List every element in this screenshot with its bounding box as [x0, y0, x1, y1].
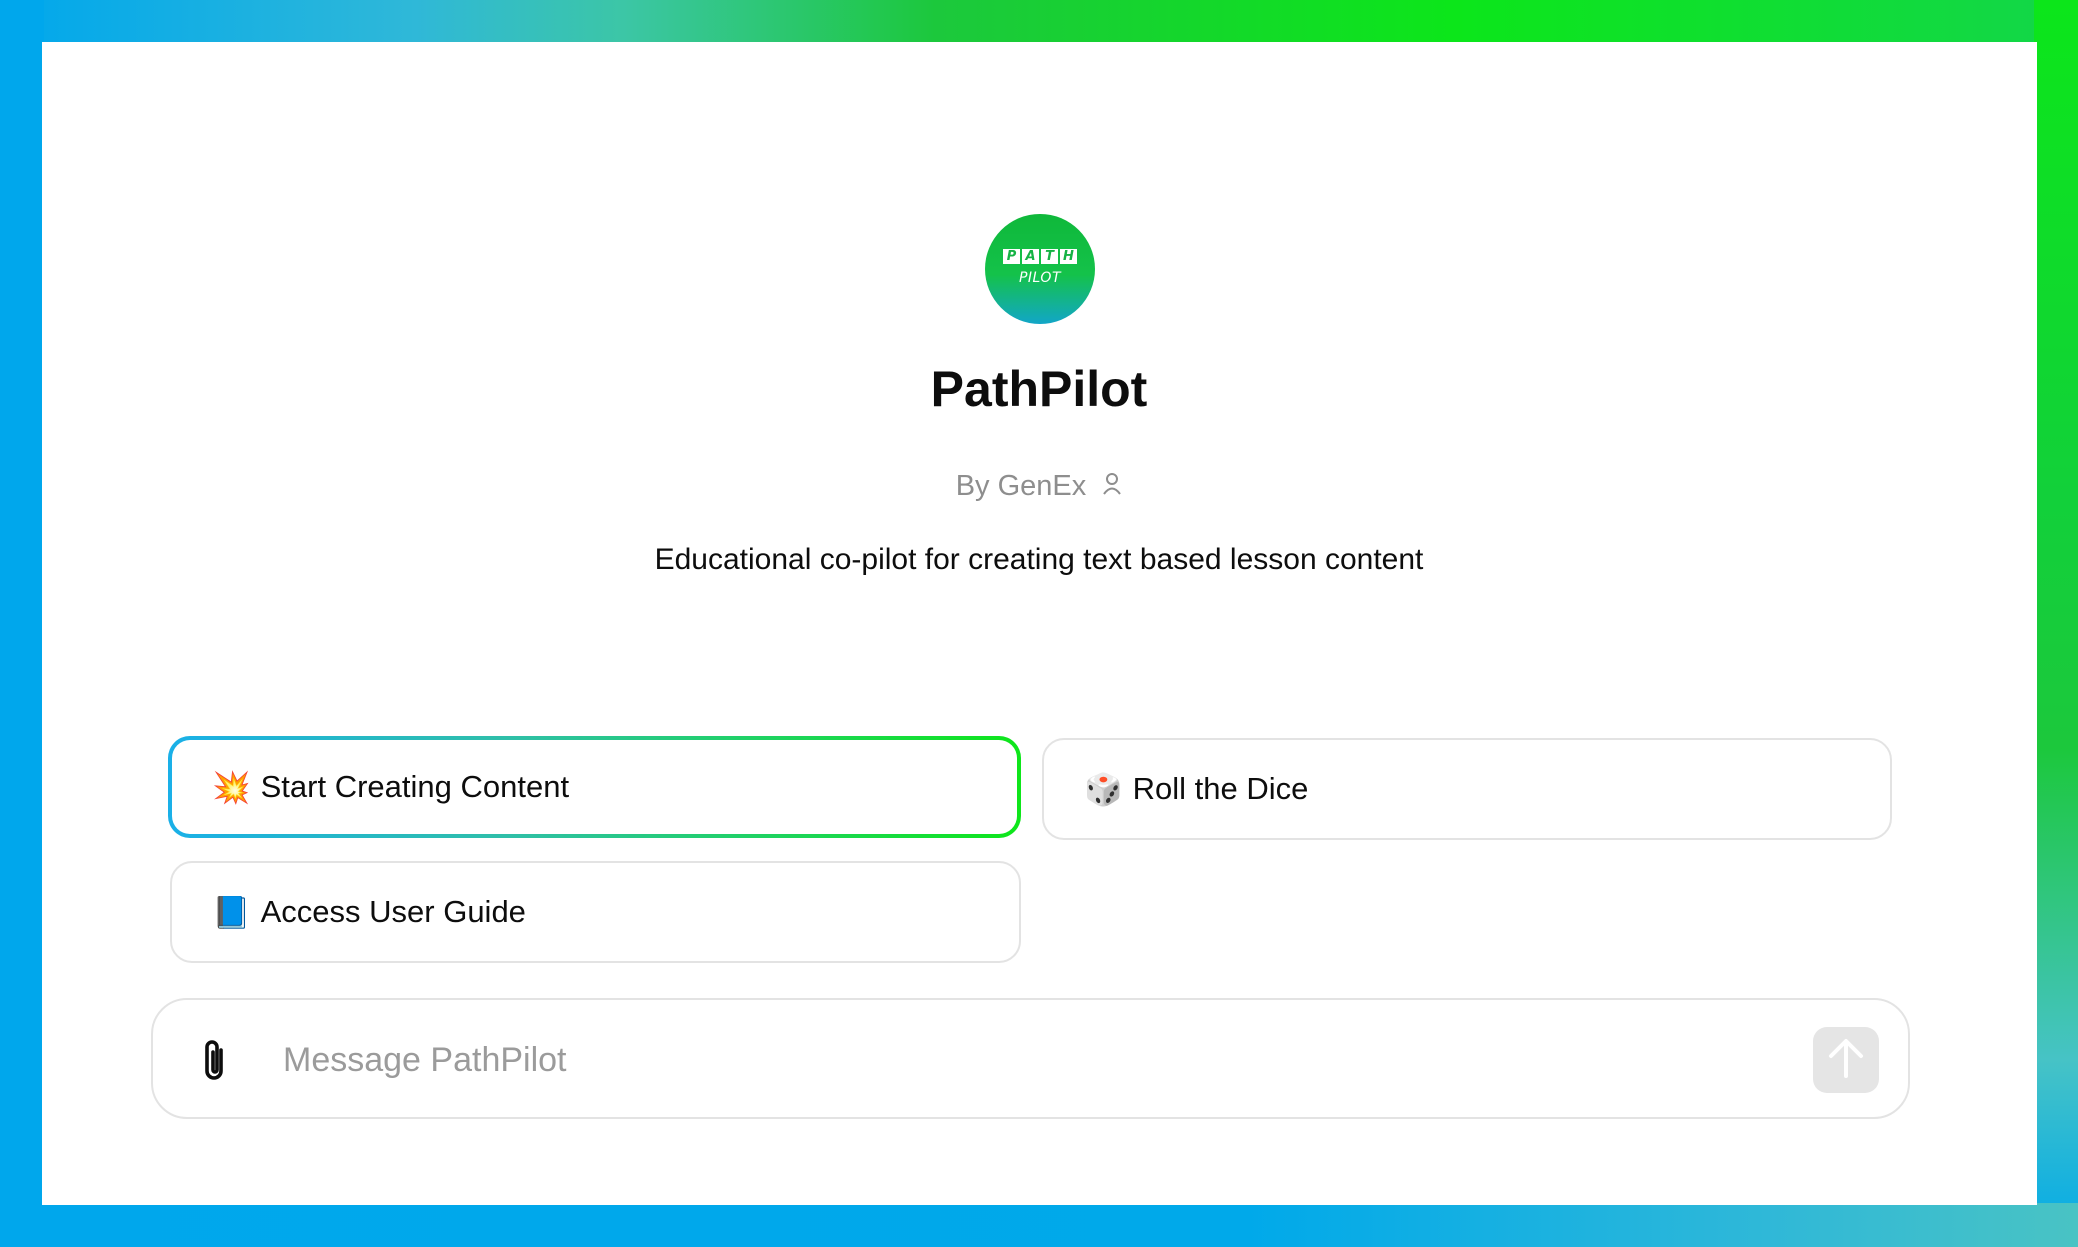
message-input[interactable]	[281, 1030, 1585, 1090]
starter-start-creating-content[interactable]: 💥 Start Creating Content	[168, 736, 1021, 838]
logo-letters: P A T H	[1003, 248, 1077, 264]
starter-label: Roll the Dice	[1132, 771, 1309, 806]
starter-label: Access User Guide	[260, 894, 526, 929]
collision-icon: 💥	[212, 769, 251, 805]
message-composer	[151, 998, 1910, 1119]
starter-access-user-guide[interactable]: 📘 Access User Guide	[170, 861, 1021, 963]
arrow-up-icon	[1826, 1036, 1866, 1085]
logo-letter: P	[1003, 248, 1020, 264]
dice-icon: 🎲	[1084, 771, 1123, 807]
frame-right-edge	[2034, 0, 2078, 1247]
frame-left-edge	[0, 0, 44, 1247]
gpt-logo: P A T H PILOT	[985, 214, 1095, 324]
logo-subtext: PILOT	[1018, 269, 1061, 286]
book-icon: 📘	[212, 894, 251, 930]
gpt-description: Educational co-pilot for creating text b…	[654, 543, 1424, 576]
author-name: By GenEx	[955, 470, 1087, 502]
logo-letter: T	[1041, 248, 1058, 264]
starter-label: Start Creating Content	[260, 769, 570, 804]
author-byline: By GenEx	[0, 470, 2078, 504]
frame-bottom-edge	[0, 1203, 2078, 1247]
logo-letter: H	[1060, 248, 1077, 264]
person-icon	[1102, 471, 1122, 504]
gpt-title: PathPilot	[930, 361, 1148, 417]
starter-roll-the-dice[interactable]: 🎲 Roll the Dice	[1042, 738, 1892, 840]
paperclip-icon[interactable]	[197, 1038, 233, 1089]
send-button[interactable]	[1813, 1027, 1879, 1093]
logo-letter: A	[1022, 248, 1039, 264]
